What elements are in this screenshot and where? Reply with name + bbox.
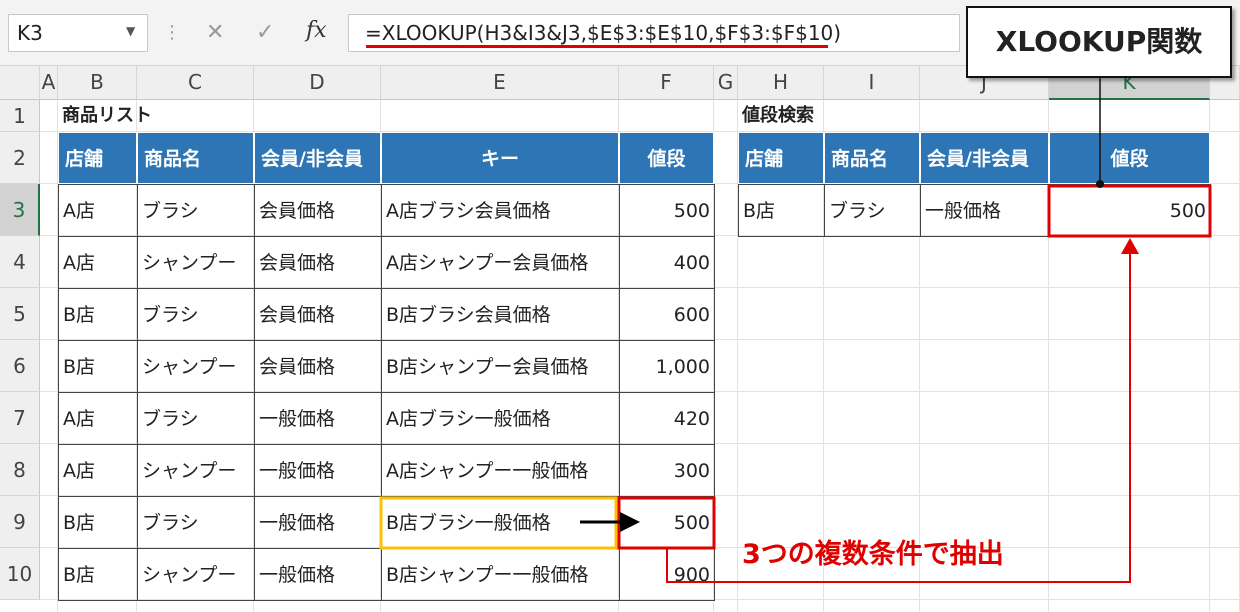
annotation-overlay — [379, 78, 1212, 583]
result-connector-arrowhead — [1121, 238, 1139, 254]
result-cell-highlight — [1047, 184, 1212, 238]
callout-pointer-dot — [1096, 180, 1104, 188]
key-to-value-arrowhead — [620, 512, 640, 532]
result-connector-line — [666, 250, 1131, 583]
